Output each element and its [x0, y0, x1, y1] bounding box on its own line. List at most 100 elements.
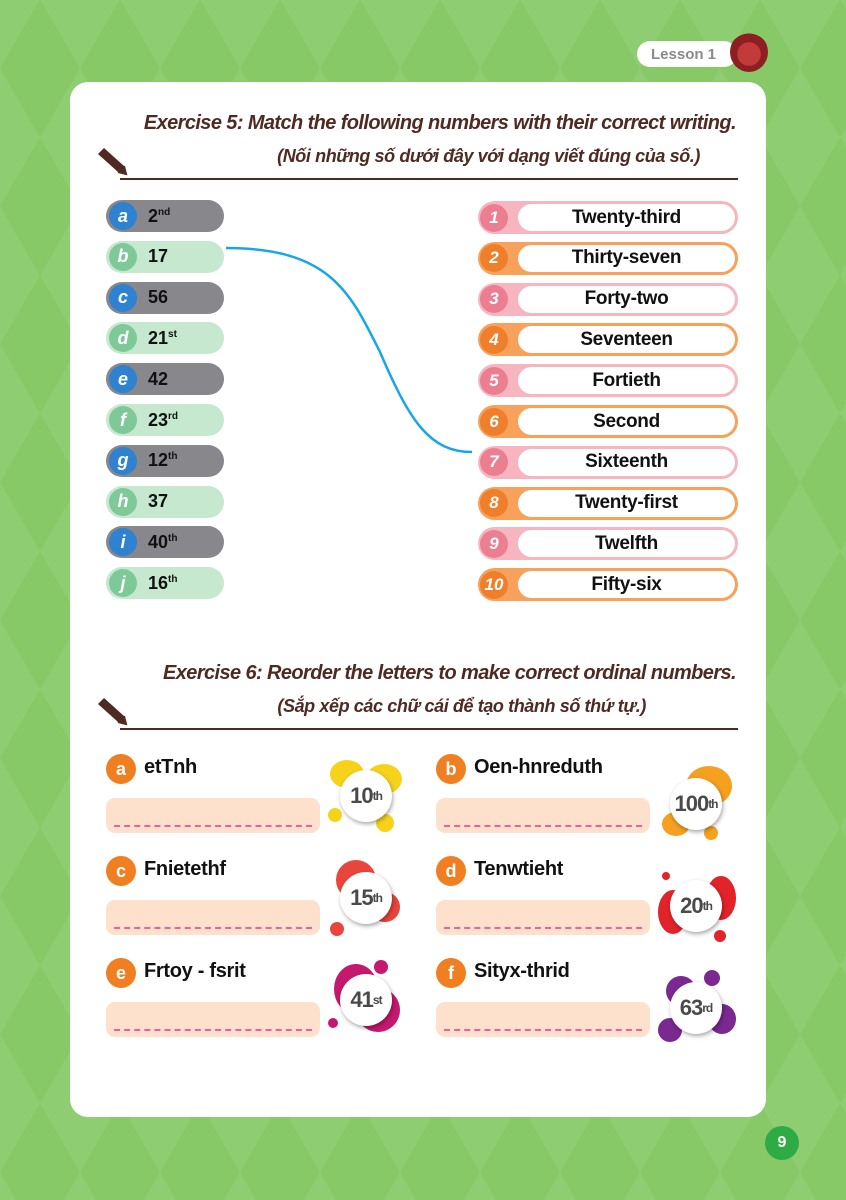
word-item[interactable]: 7 Sixteenth [478, 445, 738, 479]
ordinal-hint-badge: 10th [326, 756, 406, 836]
ordinal-hint-badge: 20th [656, 866, 736, 946]
item-number-badge: 5 [480, 366, 508, 395]
number-item[interactable]: j 16th [106, 567, 224, 600]
item-letter-badge: f [109, 406, 137, 434]
word-item[interactable]: 6 Second [478, 405, 738, 438]
exercise5-title: Exercise 5: Match the following numbers … [143, 112, 737, 134]
word-item[interactable]: 5 Fortieth [478, 364, 738, 398]
ordinal-suffix: rd [168, 410, 179, 422]
reorder-item: b Oen-hnreduth 100th [436, 754, 736, 849]
paint-splash-shape [328, 1018, 338, 1028]
item-number: 40th [148, 531, 178, 552]
hint-number: 10th [340, 770, 392, 822]
answer-field[interactable] [436, 1002, 650, 1037]
scrambled-word: Tenwtieht [474, 858, 564, 880]
item-number-badge: 4 [480, 325, 508, 354]
item-letter-badge: d [436, 856, 466, 886]
paint-splash-shape [662, 872, 670, 880]
answer-field[interactable] [436, 798, 650, 833]
ordinal-suffix: th [372, 891, 383, 905]
paint-splash-shape [328, 808, 342, 822]
number-item[interactable]: a 2nd [106, 200, 224, 232]
reorder-item: d Tenwtieht 20th [436, 856, 736, 951]
item-letter-badge: d [109, 324, 137, 353]
number-item[interactable]: g 12th [106, 444, 224, 477]
item-number: 42 [148, 368, 169, 389]
divider [120, 728, 738, 730]
exercise6-title: Exercise 6: Reorder the letters to make … [163, 662, 737, 684]
girl-avatar-icon [730, 32, 768, 72]
divider [120, 178, 738, 180]
ordinal-suffix: th [168, 573, 178, 585]
item-number: 21st [148, 327, 177, 348]
ordinal-suffix: th [708, 797, 718, 811]
item-word: Second [518, 408, 735, 435]
scrambled-word: Sityx-thrid [474, 960, 570, 982]
exercise5-subtitle: (Nối những số dưới đây với dạng viết đún… [277, 146, 700, 166]
scrambled-word: Frtoy - fsrit [144, 960, 246, 982]
word-item[interactable]: 4 Seventeen [478, 323, 738, 357]
item-number: 37 [148, 491, 169, 512]
number-item[interactable]: d 21st [106, 322, 224, 355]
item-number: 12th [148, 450, 178, 471]
answer-field[interactable] [106, 900, 320, 935]
reorder-item: a etTnh 10th [106, 754, 406, 849]
ordinal-suffix: th [702, 899, 713, 913]
ordinal-suffix: st [168, 328, 177, 340]
item-number: 17 [148, 246, 169, 267]
item-number-badge: 7 [480, 448, 508, 477]
number-item[interactable]: c 56 [106, 281, 224, 314]
worksheet-card: Exercise 5: Match the following numbers … [70, 82, 766, 1117]
paint-splash-shape [714, 930, 726, 942]
word-item[interactable]: 9 Twelfth [478, 527, 738, 561]
answer-field[interactable] [106, 1002, 320, 1037]
answer-field[interactable] [436, 900, 650, 935]
number-item[interactable]: h 37 [106, 485, 224, 518]
item-word: Forty-two [518, 285, 735, 313]
item-word: Twenty-third [518, 204, 735, 231]
item-letter-badge: j [109, 569, 137, 598]
scrambled-word: etTnh [144, 756, 197, 778]
scrambled-word: Oen-hnreduth [474, 756, 603, 778]
item-letter-badge: e [109, 365, 137, 394]
item-word: Twelfth [518, 530, 735, 558]
reorder-item: c Fnietethf 15th [106, 856, 406, 951]
ordinal-hint-badge: 100th [656, 764, 736, 844]
item-letter-badge: b [436, 754, 466, 784]
item-number-badge: 8 [480, 489, 508, 518]
word-item[interactable]: 2 Thirty-seven [478, 241, 738, 275]
number-item[interactable]: i 40th [106, 526, 224, 559]
paint-splash-shape [330, 922, 344, 936]
number-item[interactable]: f 23rd [106, 404, 224, 436]
item-word: Seventeen [518, 326, 735, 354]
number-item[interactable]: b 17 [106, 240, 224, 273]
word-item[interactable]: 8 Twenty-first [478, 486, 738, 520]
lesson-label: Lesson 1 [651, 45, 717, 63]
ordinal-suffix: th [168, 451, 178, 463]
word-item[interactable]: 3 Forty-two [478, 282, 738, 316]
example-match-line [225, 246, 473, 454]
item-word: Fifty-six [518, 571, 735, 599]
hint-number: 63rd [670, 982, 722, 1034]
item-letter-badge: a [106, 754, 136, 784]
word-item[interactable]: 1 Twenty-third [478, 201, 738, 234]
ordinal-suffix: st [372, 993, 383, 1007]
item-number-badge: 1 [480, 203, 508, 232]
page-number: 9 [765, 1126, 799, 1160]
item-number-badge: 10 [480, 570, 508, 599]
number-item[interactable]: e 42 [106, 363, 224, 396]
item-word: Fortieth [518, 367, 735, 395]
answer-field[interactable] [106, 798, 320, 833]
item-letter-badge: c [106, 856, 136, 886]
item-letter-badge: e [106, 958, 136, 988]
item-letter-badge: b [109, 242, 137, 271]
hint-number: 41st [340, 974, 392, 1026]
item-number-badge: 3 [480, 285, 508, 314]
pencil-icon [98, 148, 128, 176]
hint-number: 20th [670, 880, 722, 932]
word-item[interactable]: 10 Fifty-six [478, 568, 738, 602]
pencil-icon [98, 698, 128, 726]
item-number-badge: 2 [480, 244, 508, 273]
item-letter-badge: h [109, 487, 137, 516]
item-number-badge: 6 [480, 407, 508, 436]
